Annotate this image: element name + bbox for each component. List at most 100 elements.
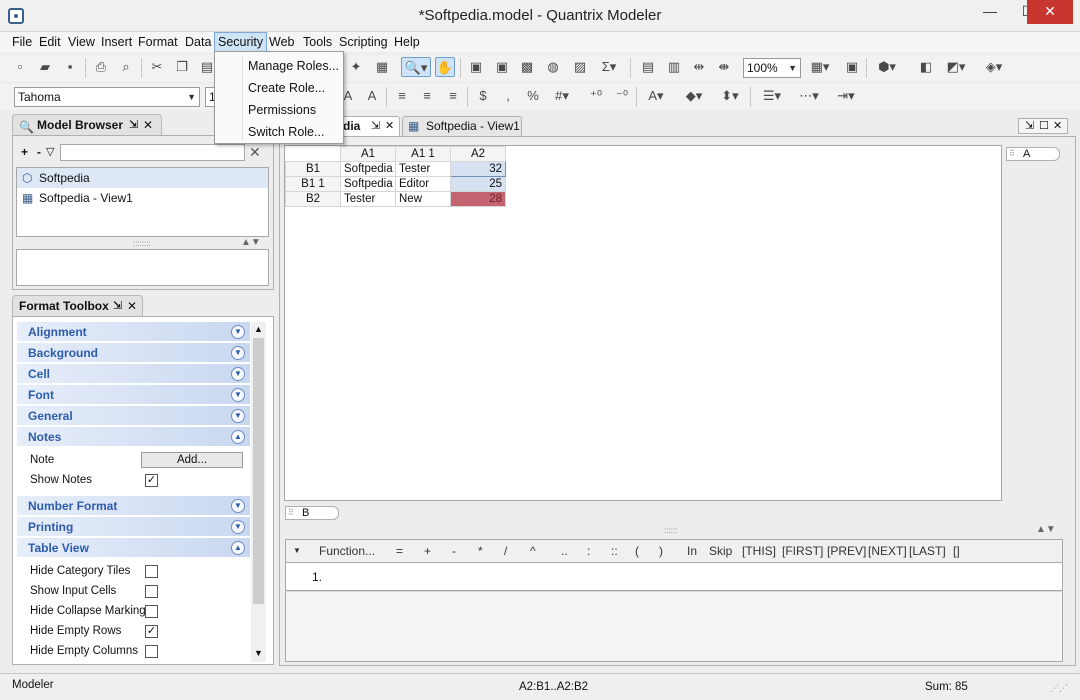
frame-icon[interactable]: ▣ xyxy=(842,57,862,77)
section-general[interactable]: General ▼ xyxy=(17,406,250,426)
range-button[interactable]: .. xyxy=(561,544,568,558)
font-family-combo[interactable]: Tahoma ▼ xyxy=(14,87,200,107)
print-icon[interactable]: ⎙ xyxy=(91,57,111,77)
currency-icon[interactable]: $ xyxy=(473,86,493,106)
group-icon[interactable]: ◈▾ xyxy=(980,57,1008,77)
section-notes[interactable]: Notes ▲ xyxy=(17,427,250,447)
function-button[interactable]: Function... xyxy=(319,544,375,558)
in-button[interactable]: In xyxy=(687,544,697,558)
section-number-format[interactable]: Number Format ▼ xyxy=(17,496,250,516)
colon-button[interactable]: : xyxy=(587,544,590,558)
power-button[interactable]: ^ xyxy=(530,544,536,558)
menu-web[interactable]: Web xyxy=(266,32,297,52)
hide-empty-rows-checkbox[interactable]: ✓ xyxy=(145,625,158,638)
chevron-down-icon[interactable]: ▼ xyxy=(254,648,263,658)
number-format-icon[interactable]: #▾ xyxy=(549,86,575,106)
wand-icon[interactable]: ✦ xyxy=(346,57,366,77)
equals-button[interactable]: = xyxy=(396,544,403,558)
section-font[interactable]: Font ▼ xyxy=(17,385,250,405)
section-alignment[interactable]: Alignment ▼ xyxy=(17,322,250,342)
double-colon-button[interactable]: :: xyxy=(611,544,618,558)
minimize-button[interactable]: — xyxy=(977,0,1003,24)
skip-button[interactable]: Skip xyxy=(709,544,732,558)
decrease-font-icon[interactable]: A xyxy=(362,86,382,106)
divide-button[interactable]: / xyxy=(504,544,507,558)
category-tile-a[interactable]: ⠿ A xyxy=(1006,147,1060,161)
this-button[interactable]: [THIS] xyxy=(742,544,776,558)
next-button[interactable]: [NEXT] xyxy=(868,544,907,558)
minus-button[interactable]: - xyxy=(452,544,456,558)
menu-view[interactable]: View xyxy=(65,32,98,52)
clear-filter-icon[interactable]: ✕ xyxy=(249,144,261,161)
formula-editor[interactable]: 1. xyxy=(285,563,1063,591)
row-header-b2[interactable]: B2 xyxy=(285,191,341,207)
hide-collapse-marking-checkbox[interactable] xyxy=(145,605,158,618)
cell-highlighted[interactable]: 28 xyxy=(450,191,506,207)
scrollbar-thumb[interactable] xyxy=(253,338,264,604)
clipboard-icon[interactable]: ▦ xyxy=(372,57,392,77)
align-left-icon[interactable]: ≡ xyxy=(392,86,412,106)
menu-item-manage-roles[interactable]: Manage Roles... xyxy=(248,55,339,77)
indent-icon[interactable]: ⇥▾ xyxy=(832,86,860,106)
line-style-icon[interactable]: ⋯▾ xyxy=(795,86,823,106)
expand-collapse-arrows[interactable]: ▲▼ xyxy=(241,237,261,248)
menu-item-create-role[interactable]: Create Role... xyxy=(248,77,325,99)
cell[interactable]: Softpedia xyxy=(340,161,396,177)
cell-selected[interactable]: 32 xyxy=(450,161,506,177)
menu-file[interactable]: File xyxy=(9,32,35,52)
sum-icon[interactable]: Σ▾ xyxy=(596,57,622,77)
print-preview-icon[interactable]: ⌕ xyxy=(116,57,136,77)
filter-input[interactable] xyxy=(60,144,245,161)
cut-icon[interactable]: ✂ xyxy=(147,57,167,77)
section-background[interactable]: Background ▼ xyxy=(17,343,250,363)
plus-button[interactable]: + xyxy=(424,544,431,558)
menu-help[interactable]: Help xyxy=(391,32,423,52)
close-icon[interactable]: ✕ xyxy=(385,117,394,135)
arrange-icon[interactable]: ◧ xyxy=(916,57,936,77)
prev-button[interactable]: [PREV] xyxy=(827,544,866,558)
font-color-icon[interactable]: A▾ xyxy=(642,86,670,106)
close-icon[interactable]: ✕ xyxy=(1053,119,1062,133)
insert-item-icon[interactable]: ▣ xyxy=(466,57,486,77)
hide-category-tiles-checkbox[interactable] xyxy=(145,565,158,578)
row-header-b1-1[interactable]: B1 1 xyxy=(285,176,341,192)
cell[interactable]: Tester xyxy=(395,161,451,177)
category-tile-b[interactable]: ⠿ B xyxy=(285,506,339,520)
fill-color-icon[interactable]: ◆▾ xyxy=(680,86,708,106)
row-header-b1[interactable]: B1 xyxy=(285,161,341,177)
hide-empty-columns-checkbox[interactable] xyxy=(145,645,158,658)
close-button[interactable]: ✕ xyxy=(1027,0,1073,24)
resize-grip-icon[interactable]: ⋰⋰ xyxy=(1050,678,1068,698)
close-paren-button[interactable]: ) xyxy=(659,544,663,558)
split-icon[interactable]: ⇹ xyxy=(689,57,709,77)
splitter-grip[interactable]: :::::: xyxy=(664,526,677,535)
percent-icon[interactable]: % xyxy=(523,86,543,106)
cell[interactable]: New xyxy=(395,191,451,207)
zoom-icon[interactable]: 🔍▾ xyxy=(401,57,431,77)
image-icon[interactable]: ▨ xyxy=(570,57,590,77)
multiply-button[interactable]: * xyxy=(478,544,483,558)
line-color-icon[interactable]: ⬍▾ xyxy=(716,86,744,106)
chevron-up-icon[interactable]: ▲ xyxy=(254,324,263,334)
pin-icon[interactable]: ⇲ xyxy=(1025,119,1034,133)
save-icon[interactable]: ▪ xyxy=(60,57,80,77)
model-browser-header[interactable]: 🔍 Model Browser ⇲ ✕ xyxy=(12,114,162,136)
menu-scripting[interactable]: Scripting xyxy=(336,32,391,52)
col-header-a1-1[interactable]: A1 1 xyxy=(395,146,451,162)
format-toolbox-header[interactable]: Format Toolbox ⇲ ✕ xyxy=(12,295,143,317)
menu-insert[interactable]: Insert xyxy=(98,32,135,52)
expand-collapse-arrows[interactable]: ▲▼ xyxy=(1036,524,1056,535)
line-weight-icon[interactable]: ☰▾ xyxy=(758,86,786,106)
col-header-a1[interactable]: A1 xyxy=(340,146,396,162)
new-icon[interactable]: ▫ xyxy=(10,57,30,77)
section-cell[interactable]: Cell ▼ xyxy=(17,364,250,384)
hand-icon[interactable]: ✋ xyxy=(435,57,455,77)
section-printing[interactable]: Printing ▼ xyxy=(17,517,250,537)
add-row-icon[interactable]: ▤ xyxy=(638,57,658,77)
toolbox-scrollbar[interactable]: ▲ ▼ xyxy=(251,322,266,662)
zoom-combo[interactable]: 100% ▼ xyxy=(743,58,801,78)
last-button[interactable]: [LAST] xyxy=(909,544,946,558)
merge-icon[interactable]: ⇼ xyxy=(714,57,734,77)
menu-format[interactable]: Format xyxy=(135,32,181,52)
table-layout-icon[interactable]: ▦▾ xyxy=(806,57,834,77)
